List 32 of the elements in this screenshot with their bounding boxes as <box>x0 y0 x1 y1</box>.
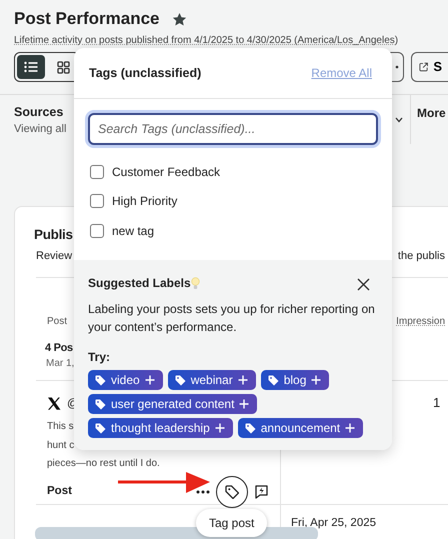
column-header: Post <box>47 315 68 329</box>
column-header[interactable]: Impression <box>396 314 445 338</box>
post-text: hunt c <box>47 438 74 452</box>
suggested-label-chip[interactable]: webinar <box>168 370 256 390</box>
tag-label: new tag <box>112 222 154 240</box>
tooltip: Tag post <box>196 509 268 537</box>
summary-title: 4 Pos <box>45 341 73 356</box>
popover-title: Tags (unclassified) <box>89 65 202 82</box>
search-field[interactable]: Search Tags (unclassified)... <box>88 112 378 145</box>
suggested-label-chip[interactable]: thought leadership <box>88 418 233 438</box>
suggested-label-chip[interactable]: blog <box>260 370 330 390</box>
card-description: Review <box>36 249 72 264</box>
impressions-cell: 1 <box>433 395 440 410</box>
suggestions-text: Labeling your posts sets you up for richer reporting on your content’s performance. <box>88 301 376 336</box>
try-label: Try: <box>88 349 112 366</box>
suggested-label-chip[interactable]: video <box>88 370 163 390</box>
suggested-label-chip[interactable]: announcement <box>238 418 364 438</box>
summary-date: Mar 1, <box>46 357 74 371</box>
card-description: the publis <box>398 249 445 264</box>
suggestions-title: Suggested Labels <box>88 275 191 292</box>
more-filter[interactable]: More <box>410 95 448 144</box>
tag-label: Customer Feedback <box>112 164 220 180</box>
post-text: This s <box>47 420 74 434</box>
page-title: Post Performance <box>14 8 160 30</box>
post-type: Post <box>47 484 72 499</box>
share-button[interactable]: S <box>411 52 448 82</box>
card-title: Publis <box>33 226 73 244</box>
date-range-subtitle: Lifetime activity on posts published from 4/1/2025 to 4/30/2025 (America/Los_Angeles) <box>14 34 398 48</box>
post-date: Fri, Apr 25, 2025 <box>290 516 376 531</box>
tag-label: High Priority <box>112 193 178 210</box>
suggested-label-chip[interactable]: user generated content <box>88 394 258 414</box>
post-text: pieces—no rest until I do. <box>47 457 160 471</box>
